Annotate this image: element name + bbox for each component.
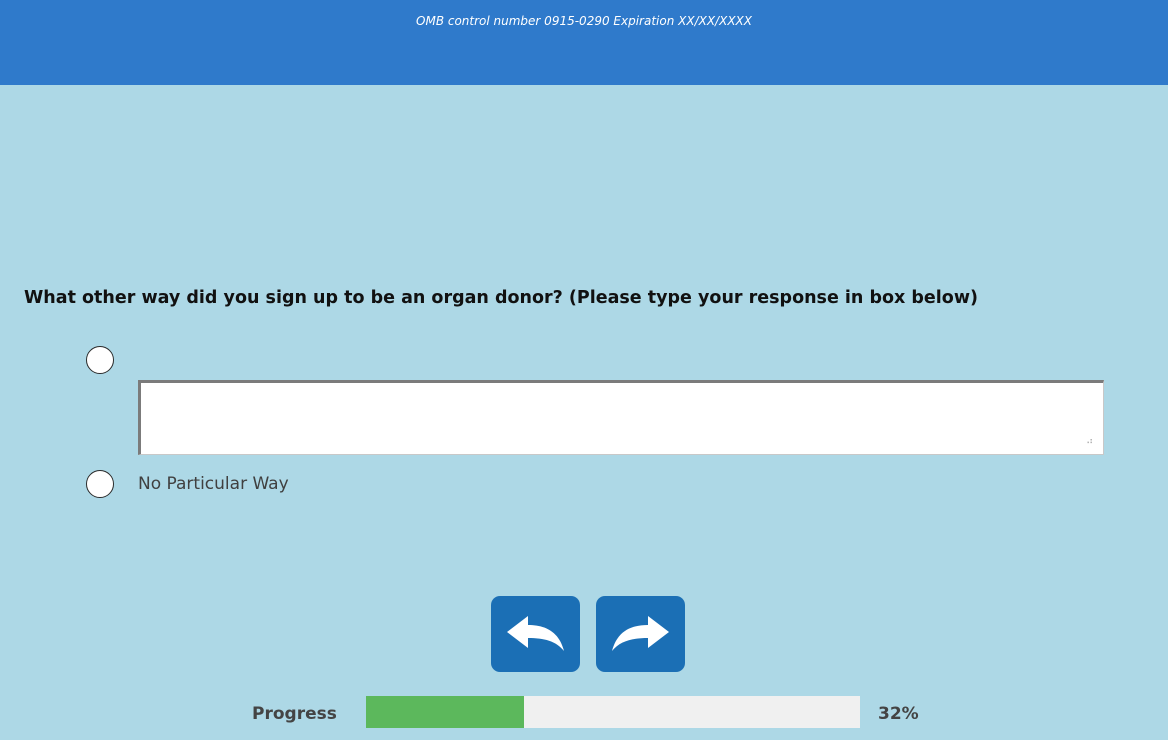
back-button[interactable] xyxy=(491,596,580,672)
arrow-forward-icon xyxy=(612,616,669,651)
radio-no-particular-way[interactable] xyxy=(86,470,114,498)
other-way-response-input[interactable] xyxy=(138,380,1104,455)
progress-label: Progress xyxy=(252,704,337,724)
progress-bar-fill xyxy=(366,696,525,728)
progress-bar xyxy=(366,696,860,728)
next-button[interactable] xyxy=(596,596,685,672)
omb-control-text: OMB control number 0915-0290 Expiration … xyxy=(416,14,752,28)
option-label-no-particular-way[interactable]: No Particular Way xyxy=(138,474,289,494)
arrow-back-icon xyxy=(507,616,564,651)
radio-other-way[interactable] xyxy=(86,346,114,374)
resize-grip-icon[interactable]: ⠴ xyxy=(1086,436,1098,448)
top-banner: OMB control number 0915-0290 Expiration … xyxy=(0,0,1168,85)
progress-percent: 32% xyxy=(878,704,919,724)
question-text: What other way did you sign up to be an … xyxy=(24,288,978,308)
